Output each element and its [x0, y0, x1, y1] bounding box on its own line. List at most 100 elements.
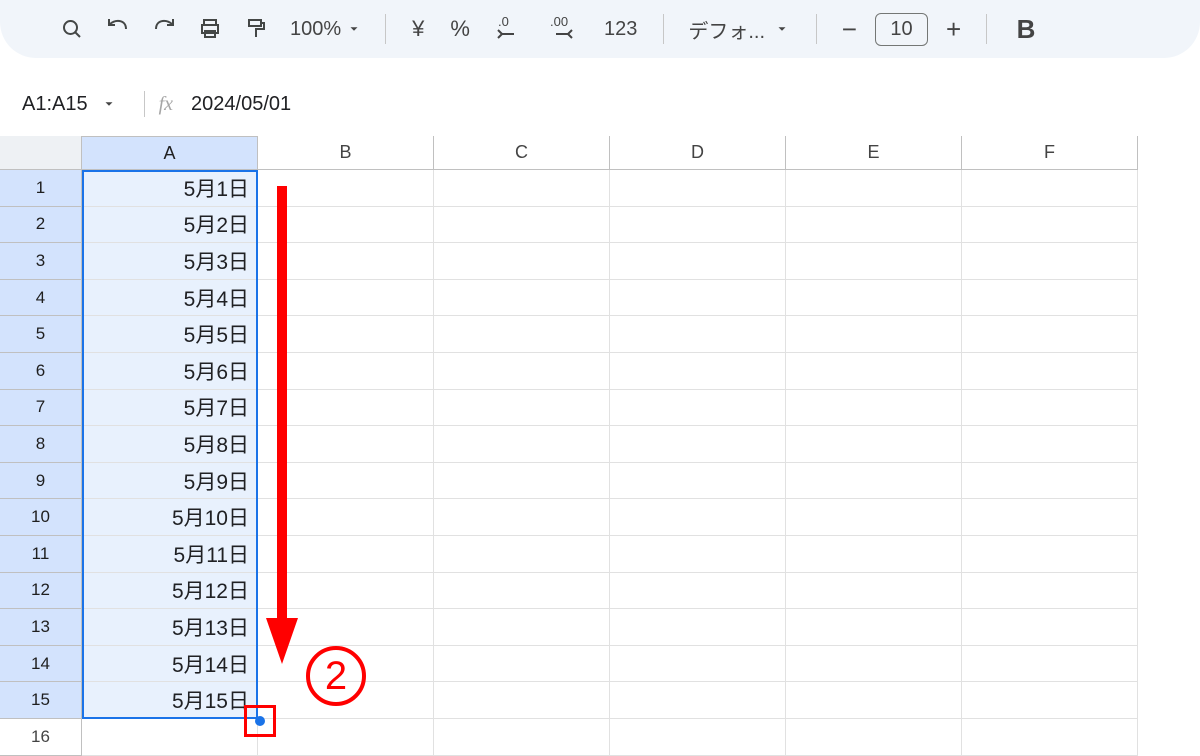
cell[interactable]	[434, 463, 610, 500]
row-header[interactable]: 15	[0, 682, 82, 719]
cell[interactable]	[434, 646, 610, 683]
row-header[interactable]: 12	[0, 573, 82, 610]
cell[interactable]	[434, 536, 610, 573]
cell[interactable]	[962, 536, 1138, 573]
cell[interactable]	[786, 682, 962, 719]
cell[interactable]	[258, 316, 434, 353]
format-currency-button[interactable]: ¥	[402, 16, 434, 42]
cell[interactable]	[962, 646, 1138, 683]
row-header[interactable]: 9	[0, 463, 82, 500]
row-header[interactable]: 13	[0, 609, 82, 646]
cell[interactable]	[962, 170, 1138, 207]
cell[interactable]	[786, 170, 962, 207]
cell[interactable]	[258, 536, 434, 573]
cell[interactable]	[610, 719, 786, 756]
cell[interactable]: 5月9日	[82, 463, 258, 500]
bold-button[interactable]: B	[1003, 14, 1036, 45]
cell[interactable]	[258, 719, 434, 756]
cell[interactable]	[610, 353, 786, 390]
more-formats-button[interactable]: 123	[594, 18, 647, 41]
cell[interactable]	[962, 243, 1138, 280]
cell[interactable]	[962, 207, 1138, 244]
cell[interactable]	[610, 573, 786, 610]
cell[interactable]	[786, 243, 962, 280]
cell[interactable]	[610, 426, 786, 463]
cell[interactable]	[82, 719, 258, 756]
cell[interactable]	[786, 536, 962, 573]
row-header[interactable]: 4	[0, 280, 82, 317]
cell[interactable]	[786, 646, 962, 683]
cell[interactable]	[258, 390, 434, 427]
cell[interactable]	[962, 682, 1138, 719]
cell[interactable]	[258, 353, 434, 390]
cell[interactable]: 5月14日	[82, 646, 258, 683]
select-all-corner[interactable]	[0, 136, 82, 170]
cell[interactable]: 5月4日	[82, 280, 258, 317]
cell[interactable]: 5月12日	[82, 573, 258, 610]
cell[interactable]	[610, 463, 786, 500]
cell[interactable]	[434, 426, 610, 463]
cell[interactable]	[258, 207, 434, 244]
cell[interactable]	[258, 243, 434, 280]
format-percent-button[interactable]: %	[440, 16, 480, 42]
row-header[interactable]: 16	[0, 719, 82, 756]
cell[interactable]	[610, 609, 786, 646]
row-header[interactable]: 5	[0, 316, 82, 353]
print-icon[interactable]	[190, 9, 230, 49]
name-box[interactable]: A1:A15	[8, 93, 130, 116]
cell[interactable]	[434, 316, 610, 353]
column-header-f[interactable]: F	[962, 136, 1138, 170]
column-header-c[interactable]: C	[434, 136, 610, 170]
row-header[interactable]: 11	[0, 536, 82, 573]
cell[interactable]	[258, 426, 434, 463]
row-header[interactable]: 10	[0, 499, 82, 536]
cell[interactable]	[610, 280, 786, 317]
paint-format-icon[interactable]	[236, 9, 276, 49]
decrease-font-size-button[interactable]: −	[833, 14, 865, 45]
row-header[interactable]: 14	[0, 646, 82, 683]
cell[interactable]	[434, 609, 610, 646]
cell[interactable]	[786, 280, 962, 317]
cell[interactable]	[962, 353, 1138, 390]
cell[interactable]	[786, 426, 962, 463]
cell[interactable]	[434, 280, 610, 317]
cell[interactable]	[258, 646, 434, 683]
cell[interactable]: 5月11日	[82, 536, 258, 573]
cell[interactable]: 5月3日	[82, 243, 258, 280]
search-icon[interactable]	[52, 9, 92, 49]
cell[interactable]	[610, 170, 786, 207]
cell[interactable]	[258, 280, 434, 317]
cell[interactable]	[786, 207, 962, 244]
cell[interactable]: 5月2日	[82, 207, 258, 244]
font-size-input[interactable]: 10	[875, 13, 927, 46]
cell[interactable]	[786, 353, 962, 390]
increase-font-size-button[interactable]: +	[938, 14, 970, 45]
cell[interactable]	[434, 353, 610, 390]
cell[interactable]	[962, 280, 1138, 317]
zoom-dropdown[interactable]: 100%	[282, 18, 369, 41]
row-header[interactable]: 3	[0, 243, 82, 280]
column-header-b[interactable]: B	[258, 136, 434, 170]
cell[interactable]	[610, 682, 786, 719]
cell[interactable]	[434, 499, 610, 536]
cell[interactable]	[786, 499, 962, 536]
cell[interactable]	[610, 499, 786, 536]
column-header-a[interactable]: A	[82, 136, 258, 170]
cell[interactable]	[610, 646, 786, 683]
cell[interactable]	[258, 682, 434, 719]
cell[interactable]	[786, 719, 962, 756]
undo-icon[interactable]	[98, 9, 138, 49]
cell[interactable]	[434, 207, 610, 244]
cell[interactable]: 5月7日	[82, 390, 258, 427]
cell[interactable]	[962, 499, 1138, 536]
cell[interactable]	[434, 170, 610, 207]
cell[interactable]	[610, 243, 786, 280]
cell[interactable]	[962, 609, 1138, 646]
cell[interactable]: 5月1日	[82, 170, 258, 207]
cell[interactable]	[258, 463, 434, 500]
row-header[interactable]: 6	[0, 353, 82, 390]
cell[interactable]: 5月10日	[82, 499, 258, 536]
cell[interactable]	[610, 390, 786, 427]
cell[interactable]: 5月8日	[82, 426, 258, 463]
cell[interactable]	[962, 719, 1138, 756]
